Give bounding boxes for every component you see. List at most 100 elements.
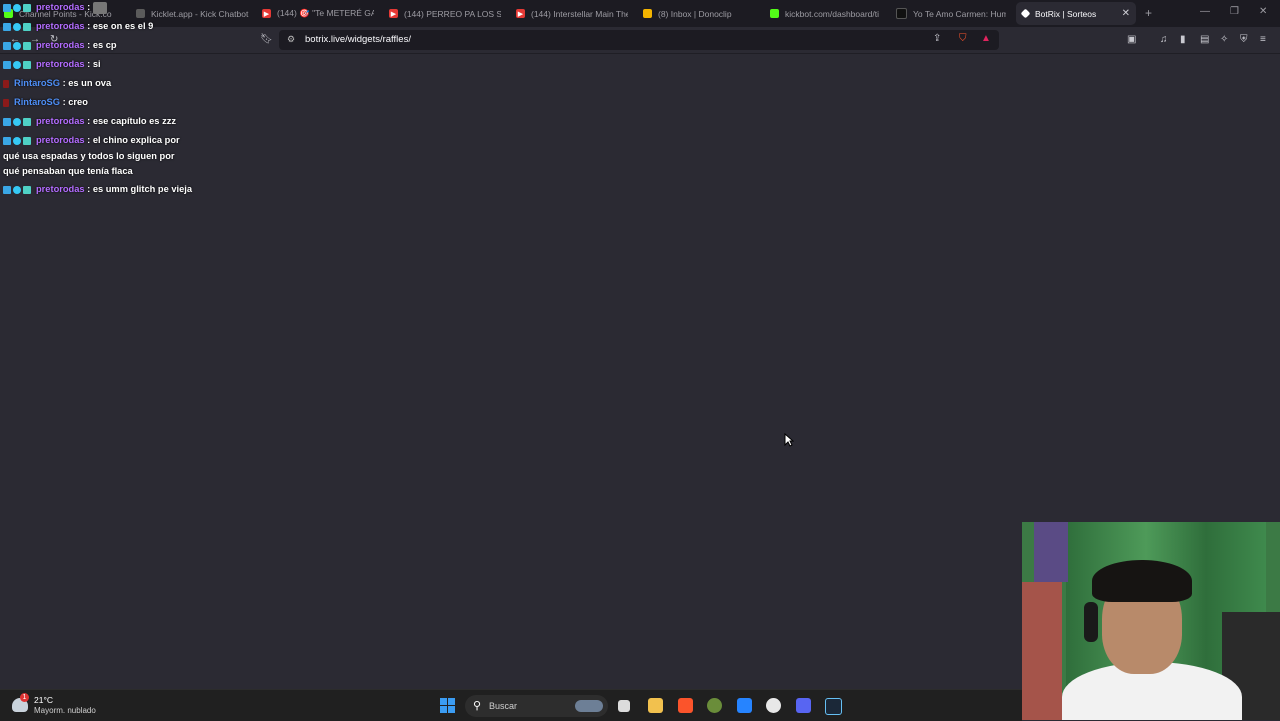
file-explorer-icon[interactable] — [648, 698, 663, 713]
gift-badge-icon — [23, 136, 31, 145]
webcam-poster — [1034, 522, 1068, 582]
weather-condition: Mayorm. nublado — [34, 706, 96, 715]
app-icon[interactable] — [707, 698, 722, 713]
leo-ai-icon[interactable]: ✧ — [1220, 34, 1228, 45]
chat-username[interactable]: RintaroSG — [14, 97, 60, 107]
chat-username[interactable]: pretorodas — [36, 59, 85, 69]
og-badge-icon — [13, 117, 21, 126]
weather-badge: 1 — [20, 693, 29, 702]
chat-message: pretorodas : ese capítulo es zzz — [3, 114, 193, 130]
chat-message: pretorodas : si — [3, 57, 193, 73]
tab-label: BotRix | Sorteos — [1035, 8, 1097, 19]
gift-badge-icon — [23, 3, 31, 12]
chat-username[interactable]: RintaroSG — [14, 78, 60, 88]
maximize-icon[interactable]: ❐ — [1230, 6, 1239, 17]
webcam-feed — [1022, 522, 1280, 720]
new-tab-icon[interactable]: + — [1145, 6, 1152, 20]
discord-icon[interactable] — [796, 698, 811, 713]
tab-label: (8) Inbox | Donoclip — [658, 8, 732, 19]
chat-text: : si — [84, 59, 101, 70]
vpn-icon[interactable]: ⛨ — [1240, 34, 1248, 45]
emote-icon — [92, 1, 107, 14]
task-view-icon[interactable] — [618, 700, 630, 712]
chat-message: pretorodas : ese on es el 9 — [3, 19, 193, 35]
gift-badge-icon — [23, 117, 31, 126]
search-placeholder: Buscar — [489, 701, 518, 711]
screenshot-icon[interactable]: ▣ — [1127, 34, 1136, 45]
url-text: botrix.live/widgets/raffles/ — [305, 34, 411, 45]
start-tile — [448, 698, 455, 705]
bookmark-icon[interactable]: 🔖︎ — [260, 34, 273, 45]
close-window-icon[interactable]: ✕ — [1259, 6, 1267, 17]
youtube-favicon-icon: ▶ — [516, 9, 525, 18]
subscriber-badge-icon — [3, 136, 11, 145]
youtube-favicon-icon: ▶ — [389, 9, 398, 18]
chat-text: : es umm glitch pe vieja — [84, 184, 193, 195]
og-badge-icon — [13, 22, 21, 31]
subscriber-badge-icon — [3, 117, 11, 126]
chat-message: RintaroSG : creo — [3, 95, 193, 111]
subscriber-badge-icon — [3, 60, 11, 69]
start-tile — [440, 698, 447, 705]
subscriber-badge-icon — [3, 3, 11, 12]
taskbar: 1 21°C Mayorm. nublado ⚲ Buscar — [0, 689, 1022, 721]
tab[interactable]: Yo Te Amo Carmen: Hum — [896, 2, 1006, 25]
chat-text: : ese capítulo es zzz — [84, 116, 177, 127]
moderator-badge-icon — [3, 98, 9, 107]
chat-message: pretorodas : el chino explica por qué us… — [3, 133, 193, 180]
wallet-icon[interactable]: ▤ — [1200, 34, 1209, 45]
badges — [3, 57, 33, 73]
og-badge-icon — [13, 136, 21, 145]
obs-icon[interactable] — [766, 698, 781, 713]
gift-badge-icon — [23, 22, 31, 31]
gift-badge-icon — [23, 185, 31, 194]
og-badge-icon — [13, 3, 21, 12]
brave-shield-icon[interactable]: ⛉ — [959, 33, 967, 44]
tab[interactable]: (8) Inbox | Donoclip — [643, 2, 755, 25]
tab-label: (144) 🎯 "Te METERÉ GAN — [277, 8, 374, 18]
gift-badge-icon — [23, 60, 31, 69]
chat-username[interactable]: pretorodas — [36, 21, 85, 31]
badges — [3, 0, 33, 16]
badges — [3, 133, 33, 149]
minimize-icon[interactable]: — — [1200, 6, 1210, 17]
brave-browser-icon[interactable] — [678, 698, 693, 713]
sidebar-icon[interactable]: ▮ — [1180, 34, 1186, 45]
chat-username[interactable]: pretorodas — [36, 184, 85, 194]
tab-label: Yo Te Amo Carmen: Hum — [913, 8, 1006, 19]
chat-text: : — [84, 2, 93, 13]
search-highlight-icon — [575, 700, 603, 712]
taskbar-search[interactable]: ⚲ Buscar — [465, 695, 608, 717]
tab[interactable]: kickbot.com/dashboard/ti — [770, 2, 880, 25]
share-icon[interactable]: ⇪ — [933, 33, 941, 44]
windows-start-icon[interactable] — [440, 698, 456, 714]
menu-icon[interactable]: ≡ — [1260, 34, 1266, 45]
tab[interactable]: ▶ (144) 🎯 "Te METERÉ GAN — [262, 2, 374, 25]
sourcetree-icon[interactable] — [737, 698, 752, 713]
chat-username[interactable]: pretorodas — [36, 40, 85, 50]
steam-icon[interactable] — [825, 698, 842, 715]
brave-rewards-icon[interactable]: ▲ — [981, 33, 991, 44]
tab-active[interactable]: BotRix | Sorteos ✕ — [1016, 2, 1136, 25]
tab-label: kickbot.com/dashboard/ti — [785, 8, 880, 19]
badges — [3, 38, 33, 54]
kickbot-favicon-icon — [770, 9, 779, 18]
chat-username[interactable]: pretorodas — [36, 2, 85, 12]
chat-username[interactable]: pretorodas — [36, 135, 85, 145]
botrix-favicon-icon — [1020, 8, 1031, 19]
tab[interactable]: ▶ (144) PERREO PA LOS STR — [389, 2, 501, 25]
chat-username[interactable]: pretorodas — [36, 116, 85, 126]
media-icon[interactable]: ♫ — [1160, 34, 1168, 45]
og-badge-icon — [13, 41, 21, 50]
site-info-icon[interactable]: ⚙ — [287, 34, 295, 45]
start-tile — [448, 706, 455, 713]
tab[interactable]: ▶ (144) Interstellar Main The — [516, 2, 628, 25]
chat-message: pretorodas : es umm glitch pe vieja — [3, 182, 193, 198]
chat-message: RintaroSG : es un ova — [3, 76, 193, 92]
tab-label: (144) PERREO PA LOS STR — [404, 8, 501, 19]
close-tab-icon[interactable]: ✕ — [1122, 8, 1130, 19]
chat-text: : es cp — [84, 40, 117, 51]
badges — [3, 182, 33, 198]
webcam-headset — [1084, 602, 1098, 642]
address-bar[interactable]: ⚙ botrix.live/widgets/raffles/ ⇪ ⛉ ▲ — [279, 30, 999, 50]
